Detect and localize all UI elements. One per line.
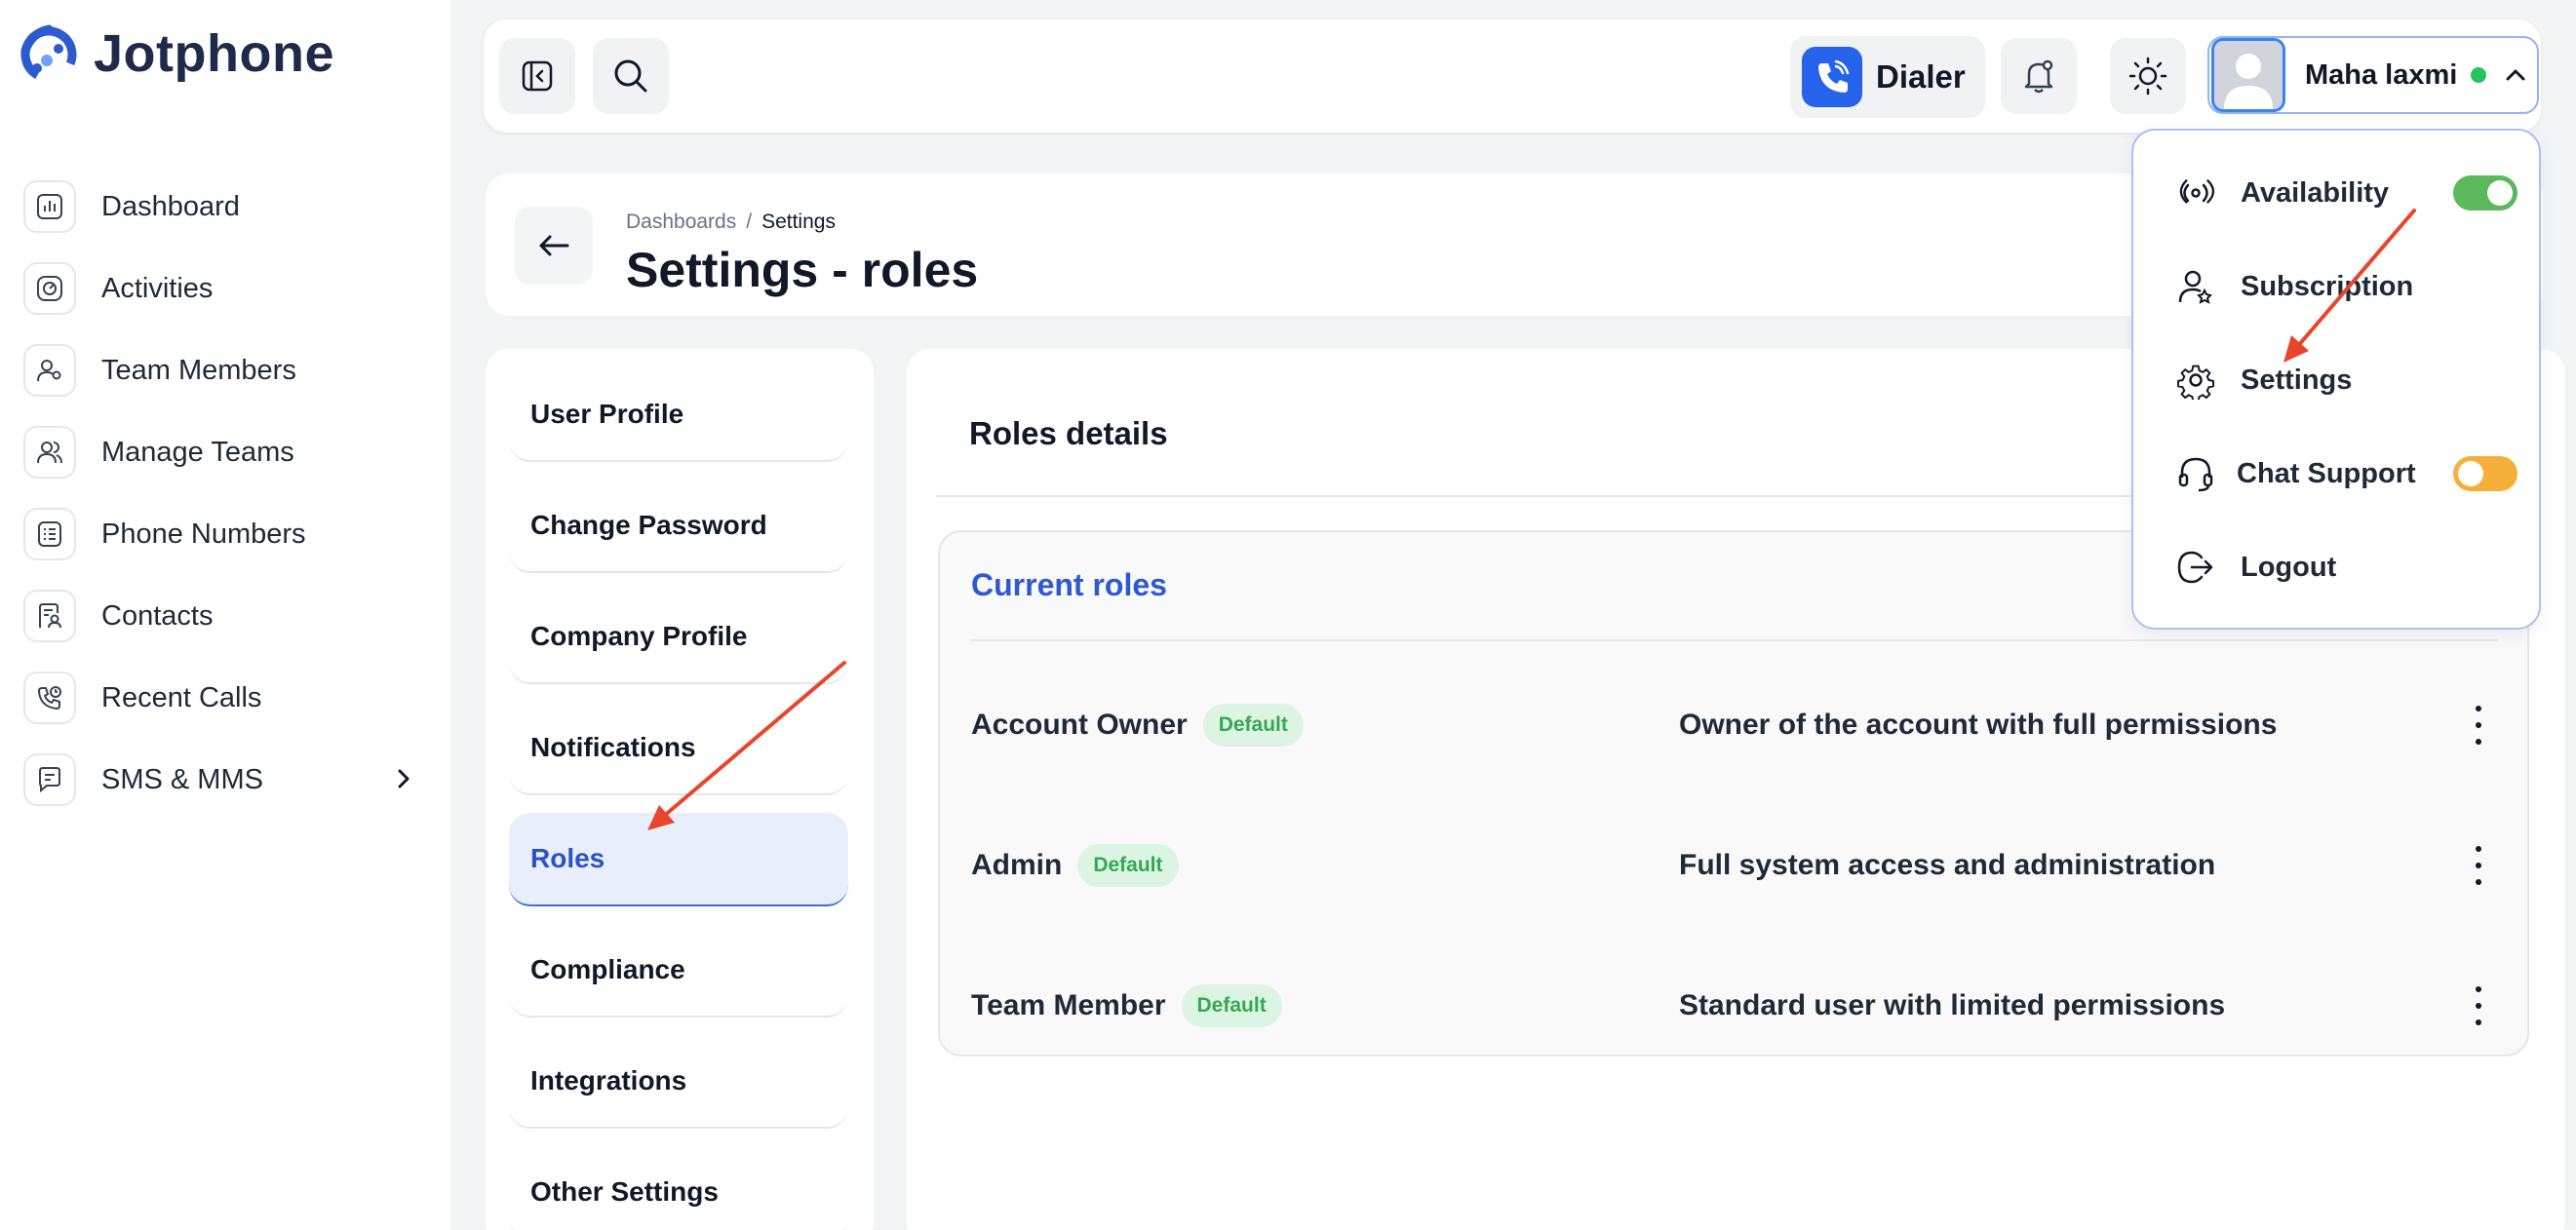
default-badge: Default <box>1181 984 1282 1027</box>
chevron-up-icon <box>2506 69 2525 81</box>
sidebar-item-sms-mms[interactable]: SMS & MMS <box>23 739 413 821</box>
user-star-icon <box>2178 270 2212 304</box>
back-button[interactable] <box>515 207 593 285</box>
menu-item-chat-support[interactable]: Chat Support <box>2176 444 2517 503</box>
settings-tab-roles[interactable]: Roles <box>509 813 848 906</box>
online-status-indicator <box>2471 67 2487 83</box>
sidebar-item-label: Phone Numbers <box>101 518 306 550</box>
menu-item-label: Availability <box>2241 176 2390 209</box>
page-title: Settings - roles <box>626 243 979 297</box>
user-star-icon <box>23 344 76 397</box>
breadcrumb-item-dashboards[interactable]: Dashboards <box>626 211 736 234</box>
message-icon <box>23 753 76 806</box>
settings-tab-notifications[interactable]: Notifications <box>509 702 848 795</box>
search-icon <box>614 59 647 93</box>
sidebar-item-contacts[interactable]: Contacts <box>23 575 413 657</box>
arrow-left-icon <box>539 235 569 256</box>
menu-item-label: Chat Support <box>2237 457 2416 489</box>
sidebar-item-label: Team Members <box>101 354 296 386</box>
sidebar-item-activities[interactable]: Activities <box>23 248 413 329</box>
divider <box>971 639 2498 641</box>
breadcrumb-separator: / <box>746 211 753 233</box>
app-logo[interactable]: Jotphone <box>16 21 334 86</box>
sidebar-item-label: Manage Teams <box>101 436 294 468</box>
sidebar-item-phone-numbers[interactable]: Phone Numbers <box>23 493 413 575</box>
gear-icon <box>2177 365 2214 400</box>
chat-support-toggle[interactable] <box>2453 456 2517 491</box>
collapse-sidebar-button[interactable] <box>499 38 575 114</box>
search-button[interactable] <box>593 38 669 114</box>
role-name: Team Member <box>971 989 1166 1021</box>
sidebar-item-label: Recent Calls <box>101 681 262 713</box>
settings-nav: User Profile Change Password Company Pro… <box>486 349 874 1230</box>
bell-icon <box>2024 59 2053 94</box>
menu-item-logout[interactable]: Logout <box>2176 538 2517 596</box>
menu-item-subscription[interactable]: Subscription <box>2176 257 2517 316</box>
logout-icon <box>2177 551 2213 584</box>
role-description: Full system access and administration <box>1679 849 2216 881</box>
bar-chart-icon <box>23 180 76 233</box>
sidebar-item-team-members[interactable]: Team Members <box>23 329 413 411</box>
sidebar-item-dashboard[interactable]: Dashboard <box>23 166 413 248</box>
role-row-team-member: Team Member Default Standard user with l… <box>971 977 2498 1035</box>
jotphone-logo-icon <box>20 24 77 83</box>
default-badge: Default <box>1077 844 1179 887</box>
role-name: Admin <box>971 849 1063 881</box>
users-icon <box>23 426 76 479</box>
menu-item-label: Logout <box>2241 551 2337 583</box>
menu-item-availability[interactable]: Availability <box>2176 164 2517 222</box>
phone-icon <box>1802 47 1862 107</box>
section-title: Roles details <box>969 415 1168 451</box>
sidebar-item-label: Contacts <box>101 599 214 632</box>
menu-item-label: Subscription <box>2241 270 2414 302</box>
broadcast-icon <box>2179 179 2215 204</box>
dialer-button[interactable]: Dialer <box>1790 36 1985 118</box>
sidebar: Jotphone Dashboard Activities Team Membe… <box>0 0 450 1230</box>
notifications-button[interactable] <box>2001 38 2077 114</box>
sidebar-item-label: Dashboard <box>101 190 240 222</box>
theme-toggle-button[interactable] <box>2110 38 2186 114</box>
breadcrumb: Dashboards / Settings <box>626 211 836 234</box>
availability-toggle[interactable] <box>2453 175 2517 211</box>
role-description: Standard user with limited permissions <box>1679 989 2226 1021</box>
role-row-admin: Admin Default Full system access and adm… <box>971 836 2498 895</box>
more-options-icon[interactable] <box>2469 986 2488 1025</box>
breadcrumb-item-current: Settings <box>761 211 836 233</box>
settings-tab-user-profile[interactable]: User Profile <box>509 368 848 462</box>
chevron-right-icon[interactable] <box>394 766 413 791</box>
role-description: Owner of the account with full permissio… <box>1679 709 2278 741</box>
settings-tab-integrations[interactable]: Integrations <box>509 1035 848 1129</box>
dialer-label: Dialer <box>1876 58 1966 95</box>
app-name: Jotphone <box>94 24 334 83</box>
contact-card-icon <box>23 590 76 642</box>
default-badge: Default <box>1202 704 1304 747</box>
gauge-icon <box>23 262 76 315</box>
sidebar-item-label: Activities <box>101 272 214 304</box>
sidebar-item-manage-teams[interactable]: Manage Teams <box>23 411 413 493</box>
card-title: Current roles <box>971 567 1167 602</box>
more-options-icon[interactable] <box>2469 846 2488 885</box>
user-dropdown-menu: Availability Subscription Settings Chat … <box>2131 129 2541 630</box>
avatar <box>2211 38 2285 112</box>
settings-tab-company-profile[interactable]: Company Profile <box>509 591 848 684</box>
sun-icon <box>2128 57 2167 96</box>
user-menu-button[interactable]: Maha laxmi <box>2207 36 2539 114</box>
role-row-account-owner: Account Owner Default Owner of the accou… <box>971 696 2498 754</box>
sidebar-item-recent-calls[interactable]: Recent Calls <box>23 657 413 739</box>
settings-tab-compliance[interactable]: Compliance <box>509 924 848 1018</box>
headset-icon <box>2178 457 2213 492</box>
more-options-icon[interactable] <box>2469 706 2488 745</box>
menu-item-label: Settings <box>2241 364 2353 396</box>
menu-item-settings[interactable]: Settings <box>2176 351 2517 409</box>
settings-tab-change-password[interactable]: Change Password <box>509 480 848 573</box>
user-name: Maha laxmi <box>2305 58 2458 91</box>
list-icon <box>23 508 76 560</box>
sidebar-nav: Dashboard Activities Team Members Manage… <box>23 166 413 821</box>
sidebar-item-label: SMS & MMS <box>101 763 263 795</box>
settings-tab-other-settings[interactable]: Other Settings <box>509 1146 848 1230</box>
phone-history-icon <box>23 672 76 724</box>
top-header: Dialer Maha laxmi <box>484 19 2541 133</box>
sidebar-toggle-icon <box>522 60 553 92</box>
role-name: Account Owner <box>971 709 1188 741</box>
